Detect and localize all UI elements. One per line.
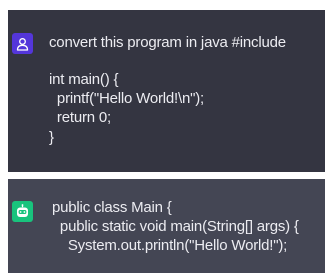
- user-message-line: convert this program in java #include: [49, 34, 286, 51]
- user-message-line: }: [49, 129, 54, 146]
- assistant-message-line: System.out.println("Hello World!");: [52, 237, 288, 254]
- chat-screenshot: convert this program in java #include in…: [0, 0, 325, 273]
- user-message-line: printf("Hello World!\n");: [49, 90, 205, 107]
- robot-icon: [17, 204, 28, 217]
- assistant-avatar: [12, 201, 33, 222]
- person-icon: [16, 37, 29, 51]
- assistant-message-line: public class Main {: [52, 199, 172, 216]
- assistant-message-line: public static void main(String[] args) {: [52, 218, 299, 235]
- user-avatar: [12, 33, 33, 54]
- user-message-line: return 0;: [49, 109, 111, 126]
- user-message-line: int main() {: [49, 71, 119, 88]
